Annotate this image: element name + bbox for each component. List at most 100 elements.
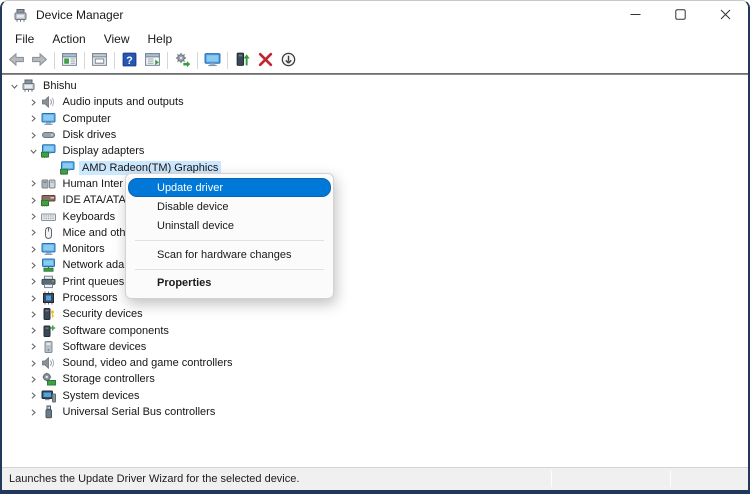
chevron-right-icon[interactable] xyxy=(27,275,41,289)
toolbar: ? xyxy=(2,48,748,73)
tree-item-label[interactable]: Display adapters xyxy=(60,144,148,158)
tree-item-audio-inputs-and-outputs[interactable]: Audio inputs and outputs xyxy=(2,94,748,110)
tree-item-label[interactable]: Universal Serial Bus controllers xyxy=(60,405,219,419)
tree-item-software-components[interactable]: Software components xyxy=(2,322,748,338)
chevron-right-icon[interactable] xyxy=(27,226,41,240)
chevron-right-icon[interactable] xyxy=(27,372,41,386)
tree-item-label[interactable]: Storage controllers xyxy=(60,372,158,386)
tree-item-monitors[interactable]: Monitors xyxy=(2,241,748,257)
devices-view-button[interactable] xyxy=(201,50,224,72)
menu-file[interactable]: File xyxy=(6,31,43,47)
tree-item-ide-ata-ata[interactable]: IDE ATA/ATA xyxy=(2,192,748,208)
tree-item-amd-radeon-tm-graphics[interactable]: AMD Radeon(TM) Graphics xyxy=(2,159,748,175)
chevron-right-icon[interactable] xyxy=(27,307,41,321)
minimize-button[interactable] xyxy=(613,1,658,29)
tree-item-label[interactable]: Software devices xyxy=(60,340,150,354)
tree-item-label[interactable]: Keyboards xyxy=(60,210,119,224)
chevron-right-icon[interactable] xyxy=(27,405,41,419)
forward-button[interactable] xyxy=(28,50,51,72)
tree-item-storage-controllers[interactable]: Storage controllers xyxy=(2,371,748,387)
tree-item-label[interactable]: Disk drives xyxy=(60,128,120,142)
status-bar-divider xyxy=(670,471,671,487)
properties-window-button[interactable] xyxy=(88,50,111,72)
tree-item-label[interactable]: Computer xyxy=(60,112,114,126)
chevron-right-icon[interactable] xyxy=(27,389,41,403)
chevron-right-icon[interactable] xyxy=(27,340,41,354)
chevron-right-icon[interactable] xyxy=(27,258,41,272)
context-menu-item-scan-for-hardware-changes[interactable]: Scan for hardware changes xyxy=(129,245,330,264)
chevron-right-icon[interactable] xyxy=(27,324,41,338)
maximize-button[interactable] xyxy=(658,1,703,29)
tree-item-label[interactable]: Sound, video and game controllers xyxy=(60,356,236,370)
chevron-down-icon[interactable] xyxy=(7,79,21,93)
chevron-right-icon[interactable] xyxy=(27,291,41,305)
tree-item-label[interactable]: Audio inputs and outputs xyxy=(60,95,187,109)
tree-item-security-devices[interactable]: Security devices xyxy=(2,306,748,322)
toolbar-separator xyxy=(227,52,228,69)
tree-item-label[interactable]: Print queues xyxy=(60,275,128,289)
tree-item-label[interactable]: Bhishu xyxy=(40,79,80,93)
tree-item-human-inter[interactable]: Human Inter xyxy=(2,176,748,192)
tree-item-label[interactable]: IDE ATA/ATA xyxy=(60,193,129,207)
chevron-right-icon[interactable] xyxy=(27,242,41,256)
tree-item-processors[interactable]: Processors xyxy=(2,290,748,306)
tree-item-print-queues[interactable]: Print queues xyxy=(2,274,748,290)
tree-item-label[interactable]: Processors xyxy=(60,291,121,305)
show-console-tree-button[interactable] xyxy=(58,50,81,72)
tree-item-label[interactable]: Software components xyxy=(60,324,172,338)
tree-item-label[interactable]: System devices xyxy=(60,389,143,403)
tree-item-label[interactable]: Security devices xyxy=(60,307,146,321)
back-button[interactable] xyxy=(5,50,28,72)
tree-item-network-ada[interactable]: Network ada xyxy=(2,257,748,273)
context-menu-item-uninstall-device[interactable]: Uninstall device xyxy=(129,217,330,236)
uninstall-device-button[interactable] xyxy=(254,50,277,72)
tree-item-disk-drives[interactable]: Disk drives xyxy=(2,127,748,143)
tree-item-mice-and-oth[interactable]: Mice and oth xyxy=(2,225,748,241)
tree-item-label[interactable]: Monitors xyxy=(60,242,108,256)
window-bottom-border xyxy=(2,490,748,494)
tree-item-computer[interactable]: Computer xyxy=(2,111,748,127)
chevron-right-icon[interactable] xyxy=(27,356,41,370)
export-list-button[interactable] xyxy=(141,50,164,72)
menu-view[interactable]: View xyxy=(95,31,139,47)
status-text: Launches the Update Driver Wizard for th… xyxy=(9,473,300,485)
context-menu-item-disable-device[interactable]: Disable device xyxy=(129,197,330,216)
chevron-right-icon[interactable] xyxy=(27,193,41,207)
chevron-right-icon[interactable] xyxy=(27,112,41,126)
tree-item-universal-serial-bus-controllers[interactable]: Universal Serial Bus controllers xyxy=(2,404,748,420)
device-tree-panel: Bhishu Audio inputs and outputs Computer Di… xyxy=(2,76,748,468)
chevron-right-icon[interactable] xyxy=(27,210,41,224)
disk-icon xyxy=(41,128,56,142)
maximize-icon xyxy=(675,8,686,23)
context-menu-item-properties[interactable]: Properties xyxy=(129,274,330,293)
window-title: Device Manager xyxy=(36,8,124,22)
context-menu-item-update-driver[interactable]: Update driver xyxy=(128,178,331,198)
tree-item-keyboards[interactable]: Keyboards xyxy=(2,208,748,224)
tree-item-display-adapters[interactable]: Display adapters xyxy=(2,143,748,159)
tree-item-label[interactable]: Human Inter xyxy=(60,177,127,191)
help-button[interactable]: ? xyxy=(118,50,141,72)
chevron-down-icon[interactable] xyxy=(27,144,41,158)
scan-hardware-changes-button[interactable] xyxy=(171,50,194,72)
tree-item-system-devices[interactable]: System devices xyxy=(2,388,748,404)
tree-item-sound-video-and-game-controllers[interactable]: Sound, video and game controllers xyxy=(2,355,748,371)
chevron-right-icon[interactable] xyxy=(27,128,41,142)
close-button[interactable] xyxy=(703,1,748,29)
toolbar-separator xyxy=(84,52,85,69)
chevron-right-icon[interactable] xyxy=(27,177,41,191)
ide-icon xyxy=(40,193,56,207)
tree-item-label[interactable]: Mice and oth xyxy=(60,226,129,240)
update-driver-button[interactable] xyxy=(231,50,254,72)
context-menu: Update driver Disable device Uninstall dev… xyxy=(125,173,334,299)
context-menu-separator xyxy=(135,268,324,270)
menu-action[interactable]: Action xyxy=(43,31,94,47)
tree-item-bhishu[interactable]: Bhishu xyxy=(2,78,748,94)
menu-bar: File Action View Help xyxy=(2,29,748,48)
menu-help[interactable]: Help xyxy=(139,31,182,47)
tree-item-label[interactable]: Network ada xyxy=(60,258,128,272)
window-controls xyxy=(613,1,748,29)
mouse-icon xyxy=(41,226,56,240)
chevron-right-icon[interactable] xyxy=(27,95,41,109)
disable-device-button[interactable] xyxy=(277,50,300,72)
tree-item-software-devices[interactable]: Software devices xyxy=(2,339,748,355)
